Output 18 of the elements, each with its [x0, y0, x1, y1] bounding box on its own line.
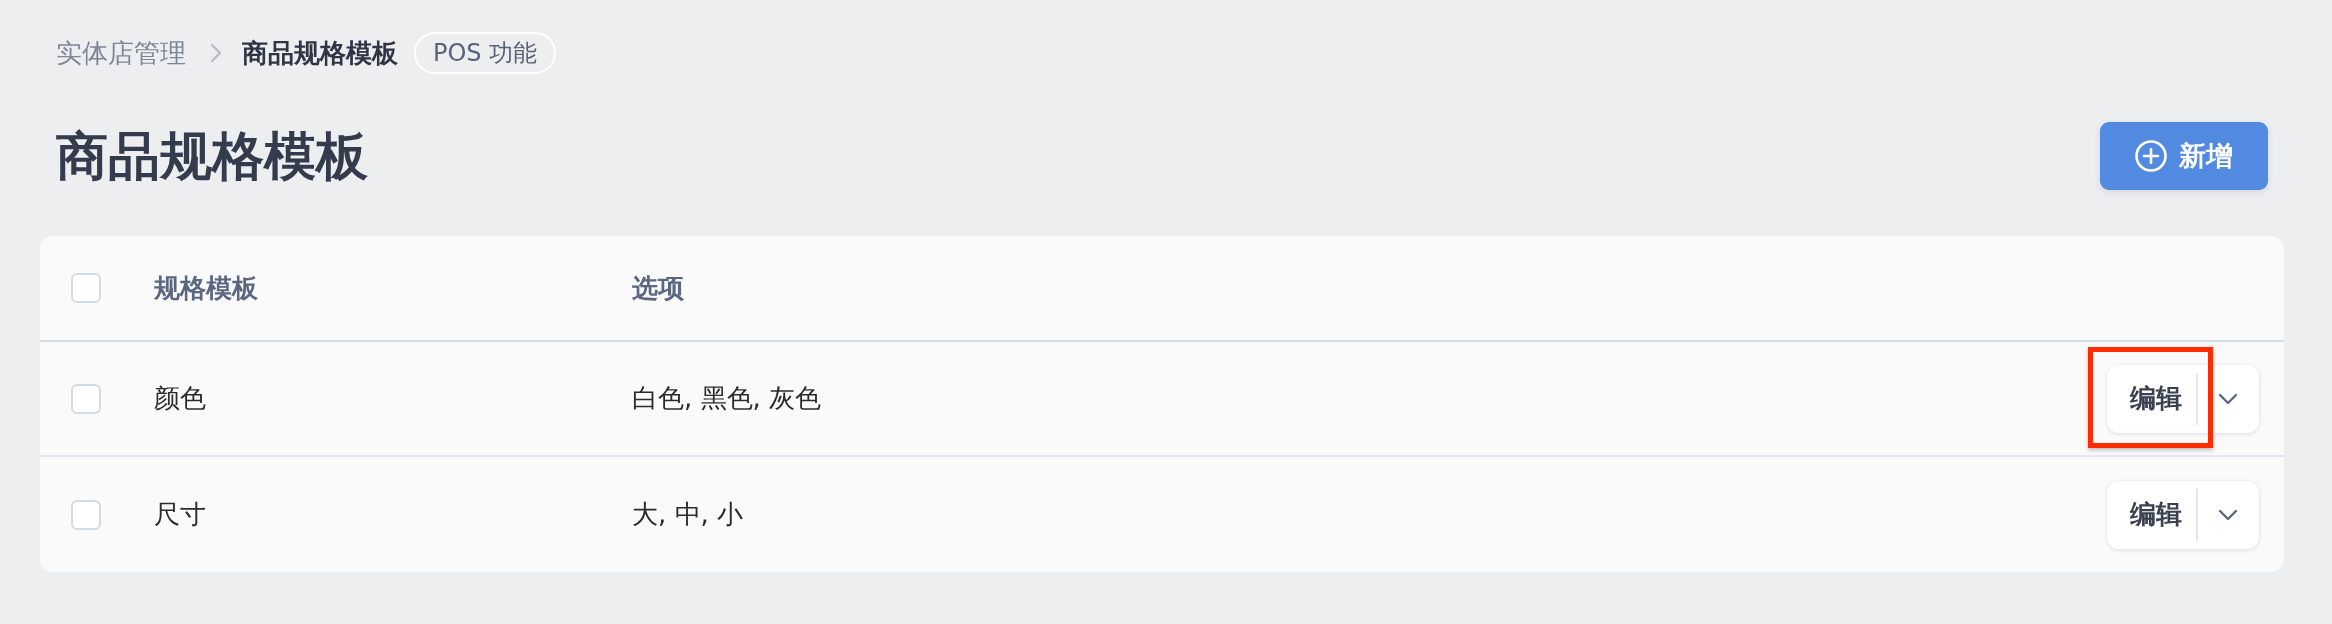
chevron-right-icon — [210, 43, 222, 63]
page-title: 商品规格模板 — [56, 125, 368, 188]
table-cell-text: 大, 中, 小 — [632, 498, 745, 531]
column-header: 规格模板 — [154, 271, 259, 305]
table-cell-text: 白色, 黑色, 灰色 — [632, 382, 823, 415]
breadcrumb-current: 商品规格模板 — [242, 37, 398, 69]
table-cell-text: 尺寸 — [154, 498, 207, 531]
caret-down-icon — [2217, 508, 2238, 521]
edit-button[interactable]: 编辑 — [2107, 480, 2196, 549]
row-checkbox[interactable] — [71, 499, 101, 530]
caret-down-icon — [2217, 392, 2238, 405]
plus-circle-icon — [2135, 140, 2167, 172]
feature-tag: POS 功能 — [414, 32, 557, 74]
edit-button[interactable]: 编辑 — [2107, 364, 2196, 433]
row-checkbox[interactable] — [71, 383, 101, 414]
table-cell-text: 颜色 — [154, 382, 207, 415]
column-header: 选项 — [632, 271, 685, 305]
select-all-checkbox[interactable] — [71, 273, 101, 303]
